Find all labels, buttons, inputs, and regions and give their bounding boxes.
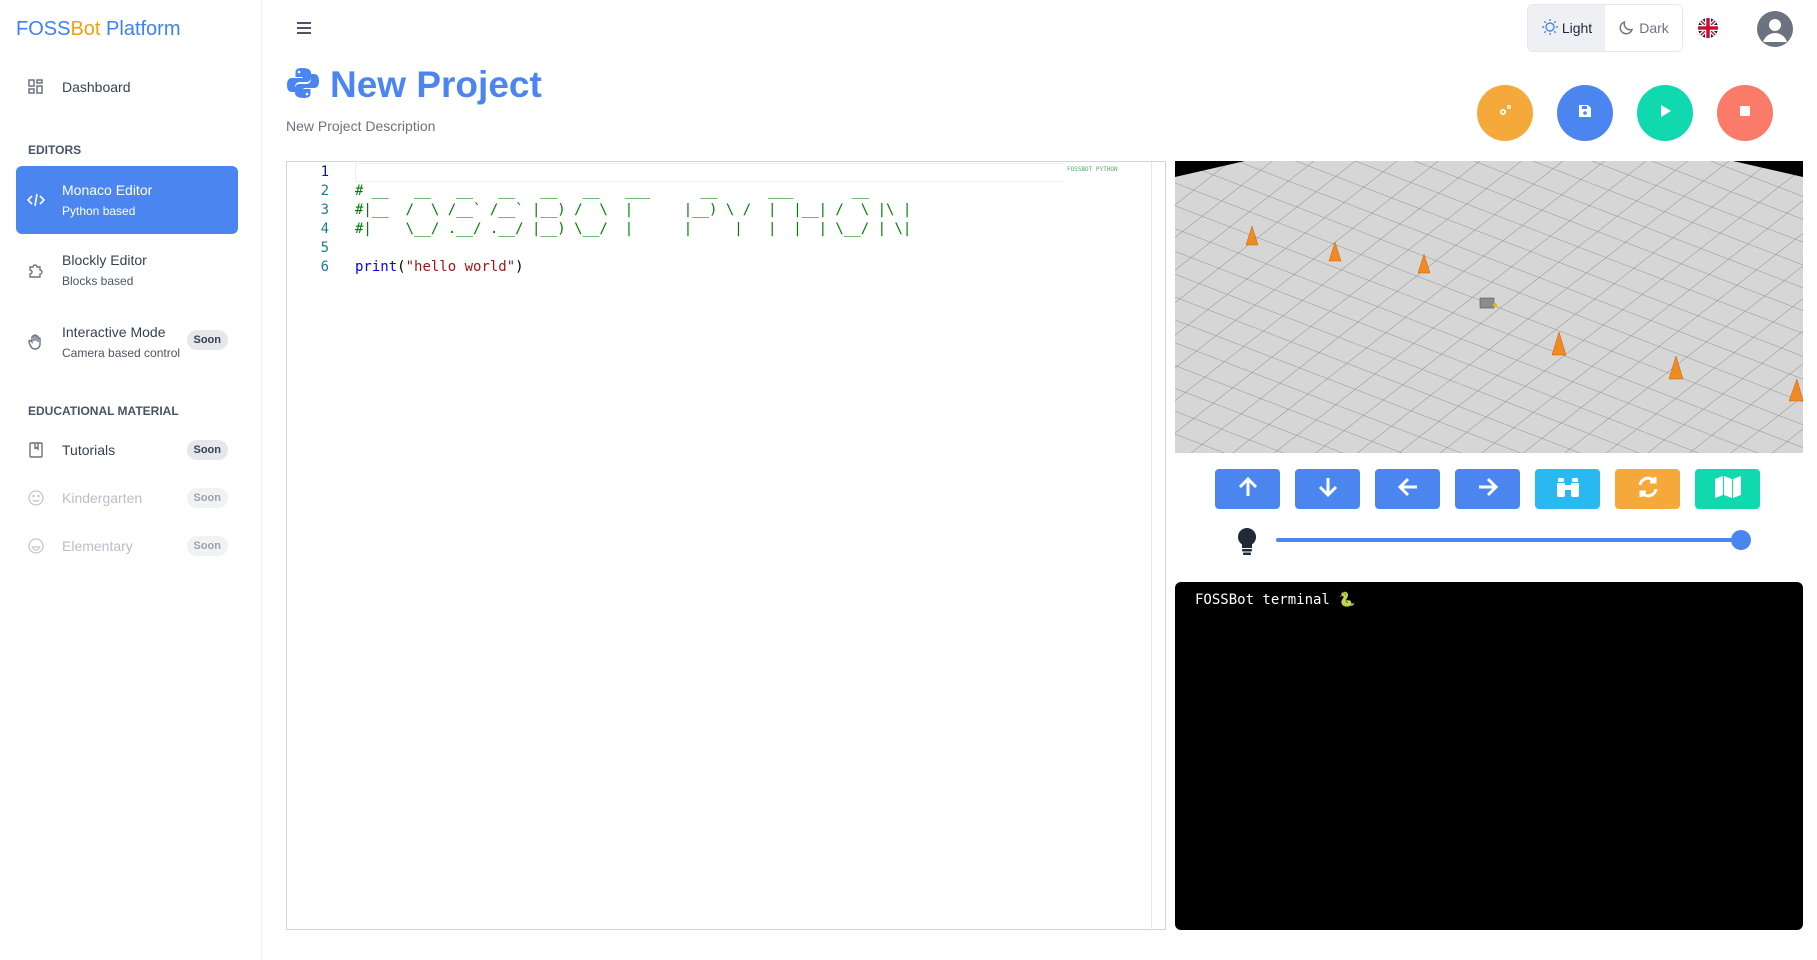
move-backward-button[interactable] [1295,469,1360,509]
line-number: 2 [320,183,329,199]
turn-right-button[interactable] [1455,469,1520,509]
reset-simulation-button[interactable] [1615,469,1680,509]
light-intensity-slider[interactable] [1276,530,1751,550]
sidebar-item-tutorials[interactable]: Tutorials Soon [16,432,238,468]
code-string: "hello world" [405,259,516,275]
sidebar-item-monaco-editor[interactable]: Monaco Editor Python based [16,166,238,234]
slider-track [1276,538,1741,542]
map-icon [1714,475,1742,504]
code-line: #|__ / \ /__` /__` |__) / \ | |__) \ / |… [355,202,912,218]
code-icon [26,190,46,210]
menu-toggle-button[interactable] [294,18,314,38]
sun-icon [1541,18,1559,39]
sidebar-item-subtitle: Camera based control [62,346,181,360]
brand-foss: FOSS [16,18,71,40]
gears-icon [1496,102,1514,125]
brand-logo[interactable]: FOSSBot Platform [16,18,181,41]
slider-thumb[interactable] [1731,530,1751,550]
settings-button[interactable] [1477,85,1533,141]
brand-platform: Platform [100,18,181,40]
line-number: 1 [320,164,329,180]
floppy-icon [1577,103,1593,124]
binoculars-icon [1555,475,1581,504]
uk-flag-icon[interactable] [1698,18,1718,38]
sidebar-item-subtitle: Blocks based [62,274,134,288]
arrow-left-icon [1396,475,1420,504]
code-keyword: print [355,259,398,275]
terminal-output: FOSSBot terminal 🐍 [1195,592,1356,608]
section-editors-heading: EDITORS [28,143,82,157]
code-line: print("hello world") [355,259,524,275]
line-number: 5 [320,240,329,256]
sidebar-item-title: Monaco Editor [62,182,153,198]
code-line: # __ __ __ __ __ __ ___ __ ___ __ [355,183,878,199]
stop-icon [1738,104,1752,123]
sidebar-item-title: Interactive Mode [62,324,166,340]
arrow-right-icon [1476,475,1500,504]
sidebar-item-label: Elementary [62,538,133,554]
moon-icon [1618,18,1636,39]
hand-icon [26,332,46,352]
line-number: 3 [320,202,329,218]
theme-toggle: Light Dark [1527,4,1683,52]
play-icon [1657,103,1673,124]
simulation-scene [1175,161,1803,453]
turn-left-button[interactable] [1375,469,1440,509]
simulation-view[interactable] [1175,161,1803,453]
hamburger-icon [294,22,314,42]
map-button[interactable] [1695,469,1760,509]
stop-button[interactable] [1717,85,1773,141]
sidebar-item-interactive-mode[interactable]: Interactive Mode Camera based control Soo… [16,310,238,374]
sidebar-item-dashboard[interactable]: Dashboard [16,70,238,104]
theme-dark-button[interactable]: Dark [1605,5,1682,51]
arrow-up-icon [1236,475,1260,504]
sidebar-item-label: Tutorials [62,442,116,458]
python-icon [286,66,320,105]
user-avatar-icon[interactable] [1757,11,1793,47]
move-forward-button[interactable] [1215,469,1280,509]
line-number: 6 [320,259,329,275]
sidebar-item-subtitle: Python based [62,204,136,218]
soon-badge: Soon [186,488,228,508]
editor-minimap[interactable]: FOSSBOT PYTHON [1067,166,1118,173]
code-editor[interactable]: 1 2 3 4 5 6 # __ __ __ __ __ __ ___ __ _… [286,161,1166,930]
line-number: 4 [320,221,329,237]
face-icon [26,536,46,556]
sidebar-item-title: Blockly Editor [62,252,147,268]
sidebar: FOSSBot Platform Dashboard EDITORS Monac… [0,0,262,960]
page-title: New Project [286,64,542,106]
camera-view-button[interactable] [1535,469,1600,509]
arrow-down-icon [1316,475,1340,504]
page-description: New Project Description [286,118,436,134]
lightbulb-icon [1235,527,1259,557]
brand-bot: Bot [70,18,101,40]
soon-badge: Soon [186,536,228,556]
smile-icon [26,488,46,508]
editor-scrollbar[interactable] [1151,162,1152,929]
terminal-panel[interactable]: FOSSBot terminal 🐍 [1175,582,1803,930]
sidebar-item-label: Dashboard [62,79,131,95]
soon-badge: Soon [186,330,228,350]
puzzle-icon [26,260,46,280]
run-button[interactable] [1637,85,1693,141]
section-educational-heading: EDUCATIONAL MATERIAL [28,404,179,418]
sidebar-item-kindergarten: Kindergarten Soon [16,480,238,516]
sidebar-item-elementary: Elementary Soon [16,528,238,564]
theme-light-label: Light [1561,20,1593,36]
sidebar-item-blockly-editor[interactable]: Blockly Editor Blocks based [16,238,238,302]
sidebar-item-label: Kindergarten [62,490,143,506]
current-line-highlight [355,163,1065,182]
page-title-text: New Project [330,64,542,105]
code-punctuation: ) [515,259,524,275]
theme-dark-label: Dark [1639,20,1669,36]
soon-badge: Soon [186,440,228,460]
code-punctuation: ( [397,259,406,275]
refresh-icon [1635,475,1661,504]
save-button[interactable] [1557,85,1613,141]
theme-light-button[interactable]: Light [1528,5,1605,51]
book-icon [26,440,46,460]
grid-icon [26,77,46,97]
code-line: #| \__/ .__/ .__/ |__) \__/ | | | | | | … [355,221,912,237]
